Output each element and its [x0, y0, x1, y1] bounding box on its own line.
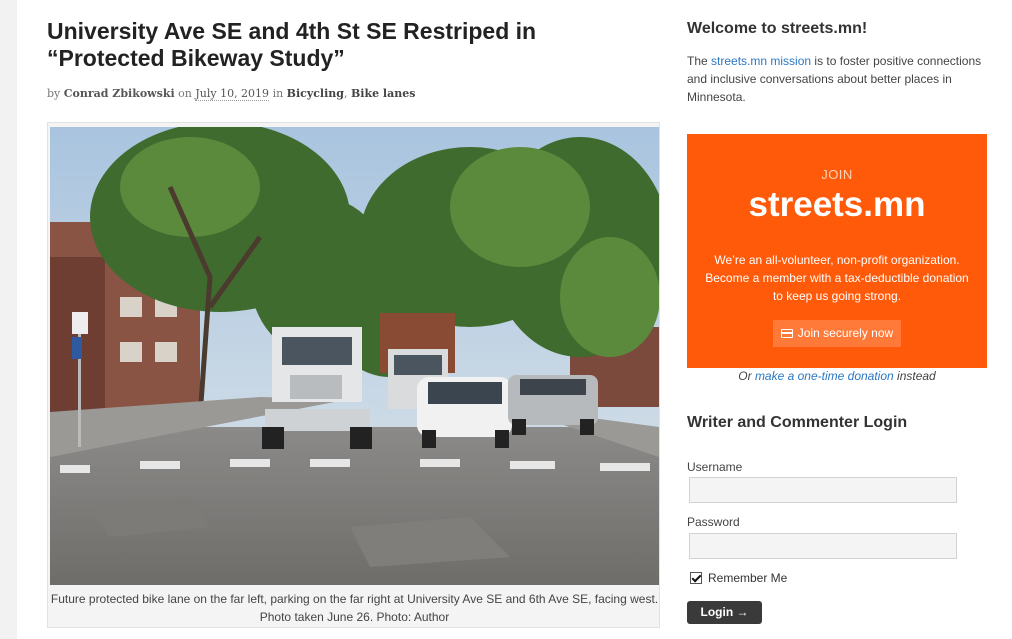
join-desc-line-2: Become a member with a tax-deductible do… [705, 271, 969, 285]
username-input[interactable] [689, 477, 957, 503]
join-brand: streets.mn [748, 185, 926, 224]
caption-line-1: Future protected bike lane on the far le… [50, 592, 659, 606]
byline-by: by [47, 87, 61, 100]
photo-caption: Future protected bike lane on the far le… [48, 590, 661, 626]
mission-link[interactable]: streets.mn mission [711, 54, 811, 68]
welcome-heading: Welcome to streets.mn! [687, 20, 868, 37]
byline-in: in [272, 87, 284, 100]
password-input[interactable] [689, 533, 957, 559]
join-promo-box: JOIN streets.mn We’re an all-volunteer, … [687, 134, 987, 368]
street-photo[interactable] [50, 127, 659, 585]
byline: by Conrad Zbikowski on July 10, 2019 in … [47, 87, 415, 101]
join-securely-button[interactable]: Join securely now [773, 320, 901, 347]
remember-me-label[interactable]: Remember Me [708, 571, 787, 585]
join-desc-line-1: We’re an all-volunteer, non-profit organ… [714, 253, 960, 267]
caption-line-2: Photo taken June 26. Photo: Author [259, 610, 450, 624]
welcome-text: The streets.mn mission is to foster posi… [687, 52, 987, 106]
page: University Ave SE and 4th St SE Restripe… [17, 0, 1012, 639]
login-button[interactable]: Login → [687, 601, 762, 624]
post-title-line-2: “Protected Bikeway Study” [47, 45, 345, 71]
one-time-donation-text: Or make a one-time donation instead [687, 369, 987, 383]
author-link[interactable]: Conrad Zbikowski [64, 87, 175, 100]
login-heading: Writer and Commenter Login [687, 414, 908, 431]
username-label: Username [687, 460, 743, 474]
post-date: July 10, 2019 [195, 87, 270, 101]
byline-on: on [178, 87, 192, 100]
join-button-label: Join securely now [797, 326, 894, 340]
street-photo-drawing [50, 127, 659, 585]
join-desc-line-3: to keep us going strong. [772, 289, 902, 303]
remember-me: Remember Me [690, 571, 787, 585]
article-figure: Future protected bike lane on the far le… [47, 122, 660, 628]
welcome-pre: The [687, 54, 708, 68]
category-bike-lanes-link[interactable]: Bike lanes [351, 87, 415, 100]
onetime-pre: Or [738, 369, 752, 383]
credit-card-icon [780, 329, 793, 338]
category-separator: , [343, 87, 348, 100]
post-title[interactable]: University Ave SE and 4th St SE Restripe… [47, 18, 587, 72]
onetime-post: instead [897, 369, 936, 383]
join-description: We’re an all-volunteer, non-profit organ… [687, 251, 987, 305]
remember-me-checkbox[interactable] [690, 572, 702, 584]
join-label: JOIN [821, 167, 853, 182]
post-title-line-1: University Ave SE and 4th St SE Restripe… [47, 18, 537, 44]
one-time-donation-link[interactable]: make a one-time donation [755, 369, 894, 383]
password-label: Password [687, 515, 740, 529]
category-bicycling-link[interactable]: Bicycling [287, 87, 344, 100]
